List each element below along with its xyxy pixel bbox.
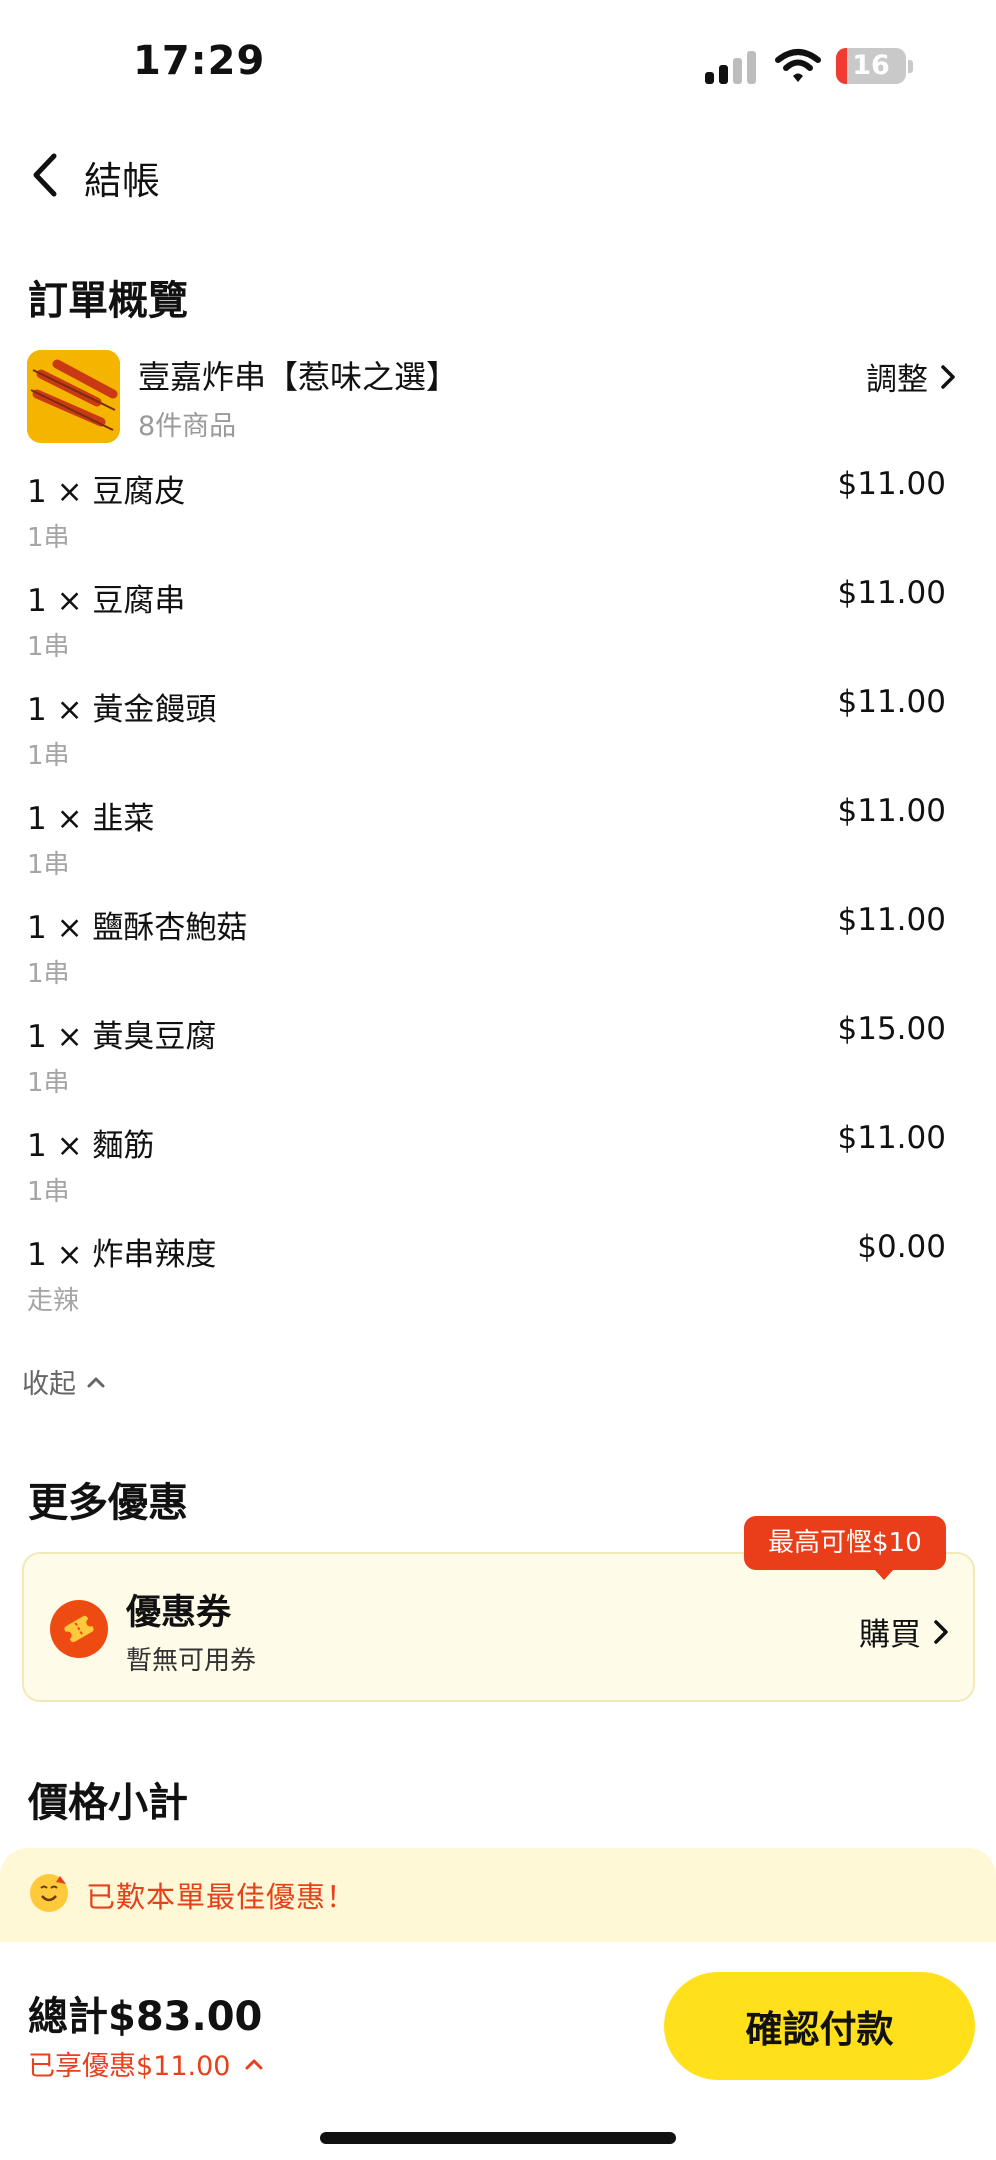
store-logo <box>27 350 120 443</box>
item-note: 1串 <box>27 1068 70 1098</box>
item-name: 1 × 黃臭豆腐 <box>27 1019 217 1055</box>
item-price: $11.00 <box>837 466 946 502</box>
chevron-right-icon <box>941 364 955 389</box>
coupon-ticket-icon <box>50 1600 108 1658</box>
home-indicator[interactable] <box>320 2132 676 2144</box>
best-deal-text: 已歎本單最佳優惠！ <box>86 1880 357 1914</box>
status-time: 17:29 <box>133 38 266 84</box>
nav-bar: 結帳 <box>0 140 996 210</box>
item-price: $11.00 <box>837 684 946 720</box>
saved-amount: 已享優惠$11.00 <box>28 2051 231 2082</box>
item-name: 1 × 豆腐皮 <box>27 474 186 510</box>
chevron-up-icon <box>87 1377 105 1387</box>
coupon-card[interactable]: 優惠券 暫無可用券 購買 <box>22 1552 975 1702</box>
buy-coupon-label: 購買 <box>859 1617 921 1653</box>
adjust-button[interactable]: 調整 <box>866 354 956 399</box>
store-item-count: 8件商品 <box>138 411 237 442</box>
item-price: $11.00 <box>837 902 946 938</box>
wifi-icon <box>775 49 821 82</box>
store-name: 壹嘉炸串【惹味之選】 <box>138 358 459 396</box>
item-price: $11.00 <box>837 575 946 611</box>
item-note: 1串 <box>27 850 70 880</box>
party-face-icon <box>30 1874 68 1912</box>
coupon-subtitle: 暫無可用券 <box>126 1646 257 1676</box>
chevron-up-icon <box>245 2059 263 2069</box>
item-price: $11.00 <box>837 1120 946 1156</box>
best-deal-banner: 已歎本單最佳優惠！ <box>0 1848 996 1942</box>
coupon-title: 優惠券 <box>126 1593 232 1633</box>
item-name: 1 × 麵筋 <box>27 1128 155 1164</box>
checkout-bar: 總計$83.00 已享優惠$11.00 確認付款 <box>0 1942 996 2160</box>
cellular-signal-icon <box>705 50 757 84</box>
item-note: 1串 <box>27 741 70 771</box>
order-overview-title: 訂單概覽 <box>28 278 188 324</box>
chevron-right-icon <box>934 1619 948 1644</box>
discount-summary-toggle[interactable]: 已享優惠$11.00 <box>28 2044 264 2083</box>
status-bar: 17:29 16 <box>0 0 996 130</box>
item-name: 1 × 黃金饅頭 <box>27 692 217 728</box>
confirm-payment-button[interactable]: 確認付款 <box>664 1972 975 2080</box>
item-name: 1 × 韭菜 <box>27 801 155 837</box>
page-title: 結帳 <box>84 159 161 203</box>
item-name: 1 × 炸串辣度 <box>27 1237 217 1273</box>
item-note: 走辣 <box>27 1286 80 1316</box>
promotions-title: 更多優惠 <box>28 1480 188 1526</box>
battery-icon: 16 <box>836 48 906 84</box>
collapse-label: 收起 <box>22 1369 76 1400</box>
adjust-label: 調整 <box>866 362 928 398</box>
max-saving-badge: 最高可慳$10 <box>744 1516 946 1580</box>
battery-level: 16 <box>852 50 890 81</box>
item-price: $0.00 <box>857 1229 946 1265</box>
price-summary-title: 價格小計 <box>28 1780 188 1826</box>
item-note: 1串 <box>27 523 70 553</box>
buy-coupon-button[interactable]: 購買 <box>859 1609 949 1654</box>
item-note: 1串 <box>27 959 70 989</box>
chevron-left-icon[interactable] <box>26 148 66 202</box>
item-note: 1串 <box>27 632 70 662</box>
item-note: 1串 <box>27 1177 70 1207</box>
item-name: 1 × 豆腐串 <box>27 583 186 619</box>
item-price: $15.00 <box>837 1011 946 1047</box>
item-name: 1 × 鹽酥杏鮑菇 <box>27 910 248 946</box>
item-price: $11.00 <box>837 793 946 829</box>
collapse-button[interactable]: 收起 <box>22 1362 106 1401</box>
order-total: 總計$83.00 <box>28 1994 263 2040</box>
battery-cap <box>908 60 913 73</box>
